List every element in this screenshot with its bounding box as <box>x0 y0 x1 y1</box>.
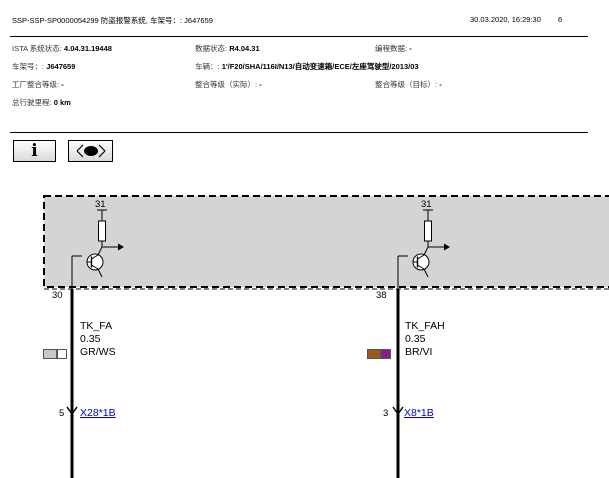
ista-status-value: 4.04.31.19448 <box>63 44 112 53</box>
right-wire-color: BR/VI <box>405 346 433 358</box>
left-ground-label: 31 <box>95 199 106 210</box>
vehicle-label: 车辆：: <box>195 62 220 71</box>
page-title: SSP-SSP-SP0000054299 防盗报警系统, 车架号：: J6476… <box>12 16 213 25</box>
info-divider <box>10 132 588 133</box>
left-wire-color: GR/WS <box>80 346 116 358</box>
right-connector-link[interactable]: X8*1B <box>404 407 434 419</box>
left-connector-pin: 5 <box>59 408 65 419</box>
left-resistor <box>98 220 106 242</box>
right-resistor <box>424 220 432 242</box>
programming-data: 编程数据: - <box>375 43 412 54</box>
mileage-label: 总行驶里程: <box>12 98 52 107</box>
left-wire-name: TK_FA <box>80 320 113 332</box>
left-color-swatch-primary <box>43 349 57 359</box>
eye-icon <box>76 144 105 158</box>
vehicle: 车辆：: 1'/F20/SHA/116I/N13/自动变速箱/ECE/左座驾驶型… <box>195 61 419 72</box>
target-level-value: - <box>439 80 442 89</box>
actual-level-value: - <box>259 80 262 89</box>
view-button[interactable] <box>68 140 113 162</box>
right-wire-label: TK_FAH 0.35 BR/VI <box>405 320 445 359</box>
ista-status: ISTA 系统状态: 4.04.31.19448 <box>12 43 112 54</box>
mileage: 总行驶里程: 0 km <box>12 97 71 108</box>
right-connector-pin: 3 <box>383 408 389 419</box>
data-status-label: 数据状态: <box>195 44 228 53</box>
right-wire-size: 0.35 <box>405 333 426 345</box>
left-wire-label: TK_FA 0.35 GR/WS <box>80 320 116 359</box>
right-ground-label: 31 <box>421 199 432 210</box>
actual-level-label: 整合等级（实际）: <box>195 80 258 89</box>
ista-status-label: ISTA 系统状态: <box>12 44 62 53</box>
left-pin-number: 30 <box>52 290 63 301</box>
right-wire-name: TK_FAH <box>405 320 445 332</box>
print-datetime: 30.03.2020, 16:29:30 <box>470 15 541 24</box>
factory-level-value: - <box>61 80 64 89</box>
vin-label: 车架号：: <box>12 62 45 71</box>
vin-value: J647659 <box>46 62 76 71</box>
right-color-swatch-primary <box>367 349 381 359</box>
target-level-label: 整合等级（目标）: <box>375 80 438 89</box>
data-status: 数据状态: R4.04.31 <box>195 43 260 54</box>
factory-level-label: 工厂整合等级: <box>12 80 60 89</box>
vehicle-value: 1'/F20/SHA/116I/N13/自动变速箱/ECE/左座驾驶型/2013… <box>221 62 419 71</box>
actual-level: 整合等级（实际）: - <box>195 79 262 90</box>
right-pin-number: 38 <box>376 290 387 301</box>
programming-data-label: 编程数据: <box>375 44 408 53</box>
info-icon: i <box>31 141 38 161</box>
header-divider <box>10 36 588 37</box>
right-color-swatch-secondary <box>381 349 391 359</box>
page-number: 6 <box>558 15 563 24</box>
factory-level: 工厂整合等级: - <box>12 79 64 90</box>
info-button[interactable]: i <box>13 140 56 162</box>
vin: 车架号：: J647659 <box>12 61 75 72</box>
programming-data-value: - <box>409 44 412 53</box>
left-wire-size: 0.35 <box>80 333 101 345</box>
control-module-box <box>43 195 609 288</box>
data-status-value: R4.04.31 <box>229 44 260 53</box>
left-color-swatch-secondary <box>57 349 67 359</box>
target-level: 整合等级（目标）: - <box>375 79 442 90</box>
mileage-value: 0 km <box>53 98 71 107</box>
left-connector-link[interactable]: X28*1B <box>80 407 116 419</box>
